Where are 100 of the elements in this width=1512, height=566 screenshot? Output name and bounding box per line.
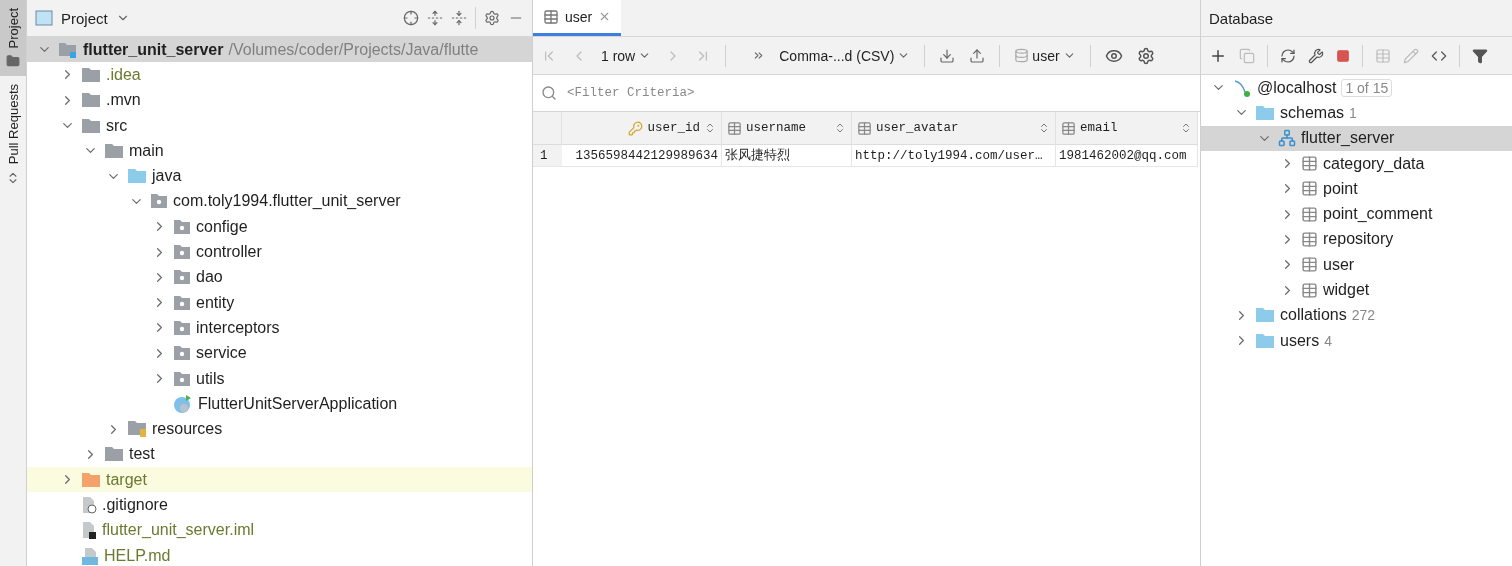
- project-path: /Volumes/coder/Projects/Java/flutte: [228, 40, 479, 59]
- item-label: test: [129, 445, 155, 464]
- datasource-dropdown[interactable]: user: [1014, 47, 1076, 64]
- tree-row[interactable]: utils: [27, 365, 532, 392]
- tree-row[interactable]: FlutterUnitServerApplication: [27, 391, 532, 417]
- column-header[interactable]: email: [1056, 112, 1198, 145]
- tree-row[interactable]: resources: [27, 416, 532, 442]
- format-dropdown[interactable]: Comma-...d (CSV): [779, 47, 911, 64]
- tree-row[interactable]: .gitignore: [27, 492, 532, 518]
- item-label: flutter_server: [1301, 129, 1395, 148]
- expand-all-icon[interactable]: [427, 10, 443, 26]
- tree-row[interactable]: entity: [27, 289, 532, 316]
- tree-row[interactable]: point_comment: [1201, 201, 1512, 227]
- item-label: controller: [196, 243, 262, 261]
- item-label: dao: [196, 268, 223, 287]
- page-size-dropdown[interactable]: 1 row: [601, 47, 652, 64]
- tree-row[interactable]: widget: [1201, 277, 1512, 303]
- folder-icon: [6, 54, 20, 69]
- tree-row[interactable]: repository: [1201, 226, 1512, 253]
- upload-icon[interactable]: [969, 47, 986, 64]
- folder-icon: [81, 117, 101, 134]
- column-header[interactable]: user_avatar: [852, 112, 1056, 145]
- connection-icon: [1232, 77, 1252, 98]
- package-folder-icon: [173, 294, 191, 311]
- package-folder-icon: [173, 218, 191, 235]
- tree-row[interactable]: target: [27, 467, 532, 493]
- tree-row[interactable]: controller: [27, 239, 532, 265]
- ignore-file-icon: [81, 496, 97, 514]
- side-tab[interactable]: Pull Requests: [0, 76, 26, 193]
- item-label: entity: [196, 293, 235, 312]
- settings-icon[interactable]: [1136, 46, 1155, 65]
- item-label: resources: [152, 420, 223, 439]
- collapse-all-icon[interactable]: [451, 10, 467, 26]
- schema-icon: [1278, 129, 1296, 148]
- filter-icon[interactable]: [1472, 47, 1488, 64]
- settings-icon[interactable]: [484, 10, 500, 26]
- column-icon: [857, 120, 872, 136]
- column-icon: [1061, 120, 1076, 136]
- folder-icon: [1255, 332, 1275, 349]
- sort-icon[interactable]: [704, 122, 716, 134]
- tree-row[interactable]: interceptors: [27, 315, 532, 341]
- item-label: src: [106, 116, 128, 135]
- tree-row[interactable]: users 4: [1201, 327, 1512, 354]
- tree-row[interactable]: test: [27, 441, 532, 468]
- tree-row[interactable]: com.toly1994.flutter_unit_server: [27, 188, 532, 215]
- folder-icon: [1255, 104, 1275, 121]
- table-cell: 1981462002@qq.com: [1056, 145, 1198, 167]
- sort-icon[interactable]: [1038, 122, 1050, 134]
- column-header[interactable]: username: [722, 112, 852, 145]
- package-folder-icon: [173, 370, 191, 387]
- sort-icon[interactable]: [1180, 122, 1192, 134]
- table-icon: [1301, 230, 1318, 248]
- refresh-icon[interactable]: [1280, 47, 1296, 64]
- table-cell: 张风捷特烈: [722, 145, 852, 167]
- tree-row[interactable]: .idea: [27, 62, 532, 88]
- download-icon[interactable]: [939, 47, 956, 64]
- package-folder-icon: [173, 269, 191, 286]
- tree-row[interactable]: point: [1201, 176, 1512, 202]
- column-header[interactable]: user_id: [562, 112, 722, 145]
- editor-tab[interactable]: user: [533, 0, 622, 36]
- sort-icon[interactable]: [834, 122, 846, 134]
- tree-row[interactable]: category_data: [1201, 150, 1512, 177]
- wrench-icon[interactable]: [1308, 47, 1324, 64]
- table-icon: [1301, 256, 1318, 274]
- tree-row[interactable]: flutter_unit_server.iml: [27, 517, 532, 543]
- filter-field[interactable]: <Filter Criteria>: [565, 85, 1192, 101]
- tree-row[interactable]: schemas 1: [1201, 100, 1512, 126]
- tree-row[interactable]: user: [1201, 252, 1512, 278]
- item-label: utils: [196, 369, 225, 388]
- row-number: 1: [533, 145, 562, 167]
- primary-key-icon: [628, 120, 644, 136]
- table-icon: [1301, 155, 1318, 173]
- item-label: user: [1323, 255, 1355, 274]
- tree-row[interactable]: service: [27, 340, 532, 366]
- tree-row[interactable]: @localhost 1 of 15: [1201, 75, 1512, 101]
- side-tab[interactable]: Project: [0, 0, 26, 77]
- item-label: schemas: [1280, 103, 1345, 122]
- tree-row[interactable]: main: [27, 138, 532, 164]
- resources-folder-icon: [127, 420, 147, 439]
- tree-row[interactable]: java: [27, 163, 532, 189]
- item-label: category_data: [1323, 154, 1425, 173]
- tree-row[interactable]: collations 272: [1201, 302, 1512, 328]
- tree-row[interactable]: flutter_unit_server /Volumes/coder/Projects/Java/flutte: [27, 37, 532, 63]
- package-folder-icon: [173, 319, 191, 336]
- stop-icon[interactable]: [1336, 48, 1350, 63]
- package-folder-icon: [150, 193, 168, 210]
- item-label: FlutterUnitServerApplication: [198, 394, 398, 413]
- item-label: com.toly1994.flutter_unit_server: [173, 192, 401, 211]
- item-count: 4: [1324, 332, 1332, 349]
- tree-row[interactable]: dao: [27, 264, 532, 290]
- tree-row[interactable]: src: [27, 112, 532, 139]
- locate-icon[interactable]: [403, 10, 419, 26]
- item-label: @localhost: [1257, 78, 1337, 97]
- tree-row[interactable]: confige: [27, 214, 532, 240]
- tree-row[interactable]: flutter_server: [1201, 125, 1512, 151]
- tree-row[interactable]: HELP.md: [27, 542, 532, 566]
- tree-row[interactable]: .mvn: [27, 87, 532, 113]
- database-icon: [1014, 48, 1030, 63]
- item-label: users: [1280, 331, 1320, 350]
- item-label: point_comment: [1323, 205, 1433, 224]
